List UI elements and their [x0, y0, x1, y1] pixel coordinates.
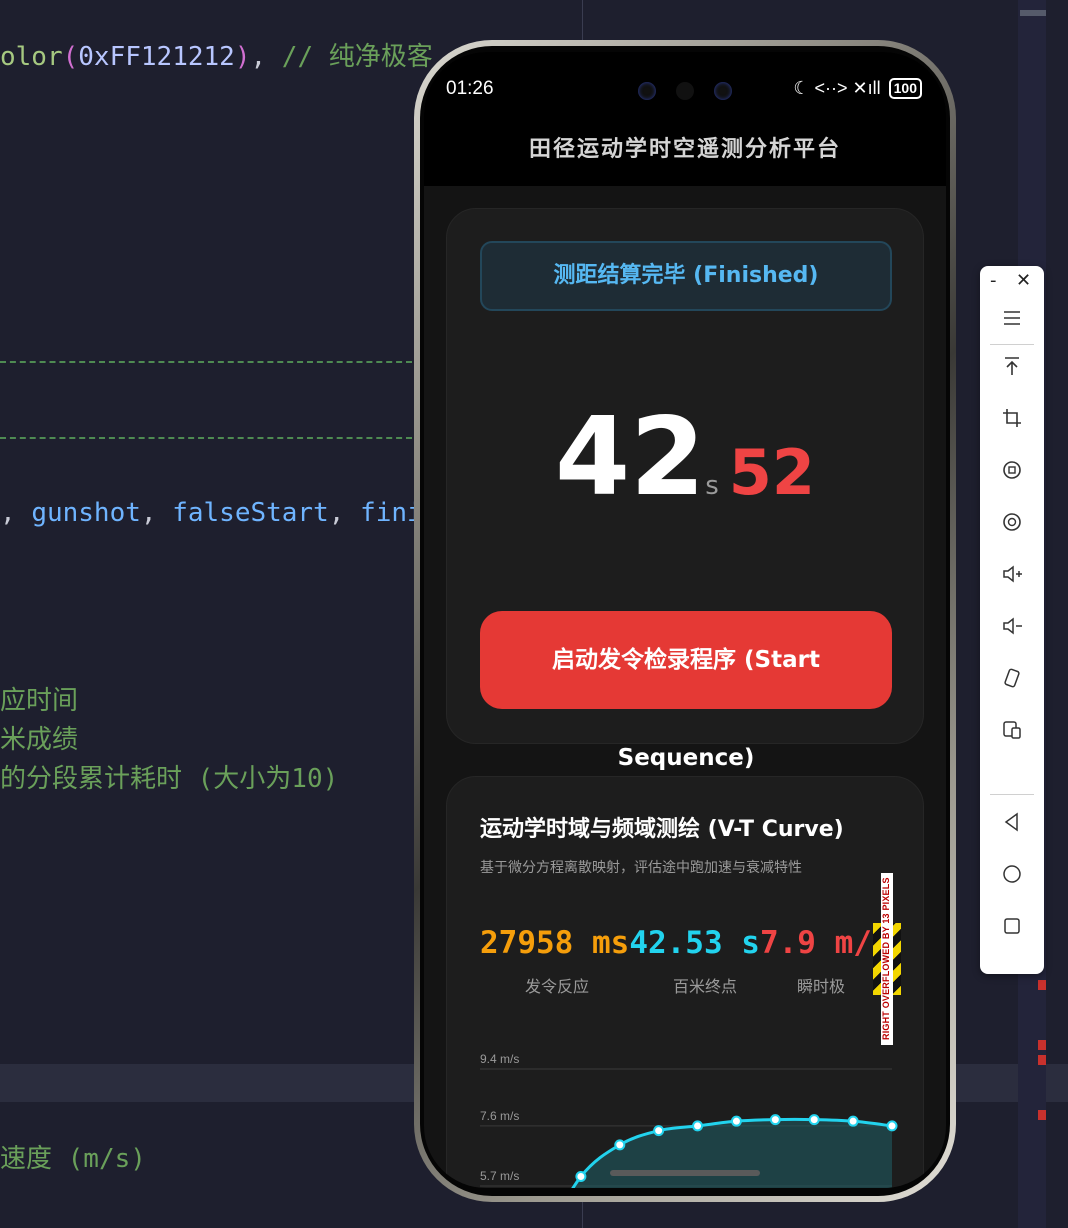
finish-time-label: 百米终点: [672, 977, 737, 996]
code-comment: 的分段累计耗时 (大小为10): [0, 764, 339, 794]
code-comment: 速度 (m/s): [0, 1144, 146, 1174]
camera-icon: [638, 82, 656, 100]
overview-square-icon: [1004, 918, 1020, 934]
phone-screen: 01:26 ☾ <··> ✕ıll 100 田径运动学时空遥测分析平台 测距结算…: [424, 52, 946, 1188]
chart-card-title: 运动学时域与频域测绘 (V-T Curve): [480, 817, 844, 842]
home-circle-icon: [1003, 865, 1021, 883]
battery-icon: 100: [888, 78, 922, 99]
device-mirror-button[interactable]: [980, 708, 1044, 752]
code-line-color: olor(0xFF121212), // 纯净极客: [0, 42, 433, 72]
finish-time-value: 42.53 s: [629, 925, 760, 961]
code-comment-divider: [0, 437, 412, 439]
record-button[interactable]: [980, 448, 1044, 492]
code-comment-divider: [0, 361, 412, 363]
status-indicators-icon: ☾ <··> ✕ıll: [793, 78, 881, 98]
scrollbar-error-marker: [1038, 1040, 1046, 1050]
scrollbar-error-marker: [1038, 1110, 1046, 1120]
volume-up-icon: [1003, 565, 1022, 583]
chart-data-point: [769, 1114, 781, 1126]
code-token: ,: [328, 498, 361, 528]
scrollbar-error-marker: [1038, 1055, 1046, 1065]
timer-unit: s: [705, 471, 719, 501]
volume-down-icon: [1003, 617, 1022, 635]
code-token: ,: [250, 42, 282, 72]
back-button[interactable]: [980, 800, 1044, 844]
status-badge: 测距结算完毕 (Finished): [480, 241, 892, 311]
app-title: 田径运动学时空遥测分析平台: [424, 128, 946, 186]
home-button[interactable]: [980, 852, 1044, 896]
camera-icon: [676, 82, 694, 100]
chart-data-point: [808, 1114, 820, 1126]
race-timer: 42s 52: [447, 395, 923, 520]
camera-icon: [714, 82, 732, 100]
code-line-enum: , gunshot, falseStart, fini: [0, 498, 423, 528]
chart-data-point: [575, 1171, 587, 1183]
pin-top-button[interactable]: [980, 344, 1044, 388]
home-indicator[interactable]: [610, 1170, 760, 1176]
chart-data-point: [886, 1120, 898, 1132]
screenshot-button[interactable]: [980, 396, 1044, 440]
chart-card-subtitle: 基于微分方程离散映射，评估途中跑加速与衰减特性: [480, 860, 802, 876]
rotate-button[interactable]: [980, 656, 1044, 700]
y-tick-label: 7.6 m/s: [480, 1109, 519, 1123]
timer-seconds: 42: [554, 395, 706, 520]
code-token: ): [234, 42, 251, 72]
reaction-time-value: 27958 ms: [480, 925, 630, 961]
code-comment: 米成绩: [0, 725, 79, 755]
scrollbar-error-marker: [1038, 980, 1046, 990]
back-triangle-icon: [1004, 812, 1018, 832]
code-token: falseStart: [172, 498, 329, 528]
editor-scroll-thumb[interactable]: [1020, 10, 1046, 16]
vt-curve-chart: 9.4 m/s 7.6 m/s 5.7 m/s: [480, 1052, 898, 1188]
chart-data-point: [847, 1115, 859, 1127]
status-bar: 01:26 ☾ <··> ✕ıll 100: [424, 52, 946, 128]
volume-up-button[interactable]: [980, 552, 1044, 596]
toolbar-divider: [990, 794, 1034, 795]
menu-icon: [1004, 311, 1020, 325]
status-icons: ☾ <··> ✕ıll 100: [793, 78, 922, 99]
start-sequence-button[interactable]: 启动发令检录程序 (Start Sequence): [480, 611, 892, 771]
code-token: ,: [0, 498, 32, 528]
record-icon: [1003, 461, 1021, 479]
minimize-button[interactable]: ‑: [990, 270, 997, 291]
device-mirror-icon: [1003, 721, 1021, 739]
timer-centiseconds: 52: [728, 436, 816, 509]
volume-down-button[interactable]: [980, 604, 1044, 648]
chart-data-point: [730, 1115, 742, 1127]
menu-button[interactable]: [980, 296, 1044, 340]
overview-button[interactable]: [980, 904, 1044, 948]
pin-top-icon: [1005, 357, 1019, 375]
rotate-icon: [1004, 668, 1020, 688]
code-comment: 应时间: [0, 686, 79, 716]
y-tick-label: 9.4 m/s: [480, 1052, 519, 1066]
status-time: 01:26: [446, 78, 494, 99]
metrics-row: 27958 ms42.53 s7.9 m/s: [480, 925, 891, 961]
camera-capture-icon: [1003, 513, 1021, 531]
chart-data-point: [692, 1120, 704, 1132]
vt-curve-card: 运动学时域与频域测绘 (V-T Curve) 基于微分方程离散映射，评估途中跑加…: [446, 776, 924, 1188]
code-comment: // 纯净极客: [281, 42, 433, 72]
reaction-time-label: 发令反应: [524, 977, 589, 996]
timer-card: 测距结算完毕 (Finished) 42s 52 启动发令检录程序 (Start …: [446, 208, 924, 771]
overflow-warning-text: RIGHT OVERFLOWED BY 13 PIXELS: [881, 873, 893, 1045]
chart-data-point: [614, 1139, 626, 1151]
code-token: (: [62, 42, 79, 72]
emulator-toolbar: ‑ ✕: [980, 266, 1044, 974]
crop-icon: [1003, 409, 1021, 427]
close-button[interactable]: ✕: [1016, 270, 1031, 291]
y-tick-label: 5.7 m/s: [480, 1169, 519, 1183]
code-token: olor: [0, 42, 63, 72]
code-token: ,: [140, 498, 173, 528]
code-token: gunshot: [31, 498, 141, 528]
chart-data-point: [653, 1125, 665, 1137]
chart-area-fill: [572, 1119, 892, 1188]
peak-speed-label: 瞬时极: [796, 977, 845, 996]
code-token: 0xFF121212: [78, 42, 235, 72]
camera-capture-button[interactable]: [980, 500, 1044, 544]
peak-speed-value: 7.9 m/s: [759, 925, 891, 961]
